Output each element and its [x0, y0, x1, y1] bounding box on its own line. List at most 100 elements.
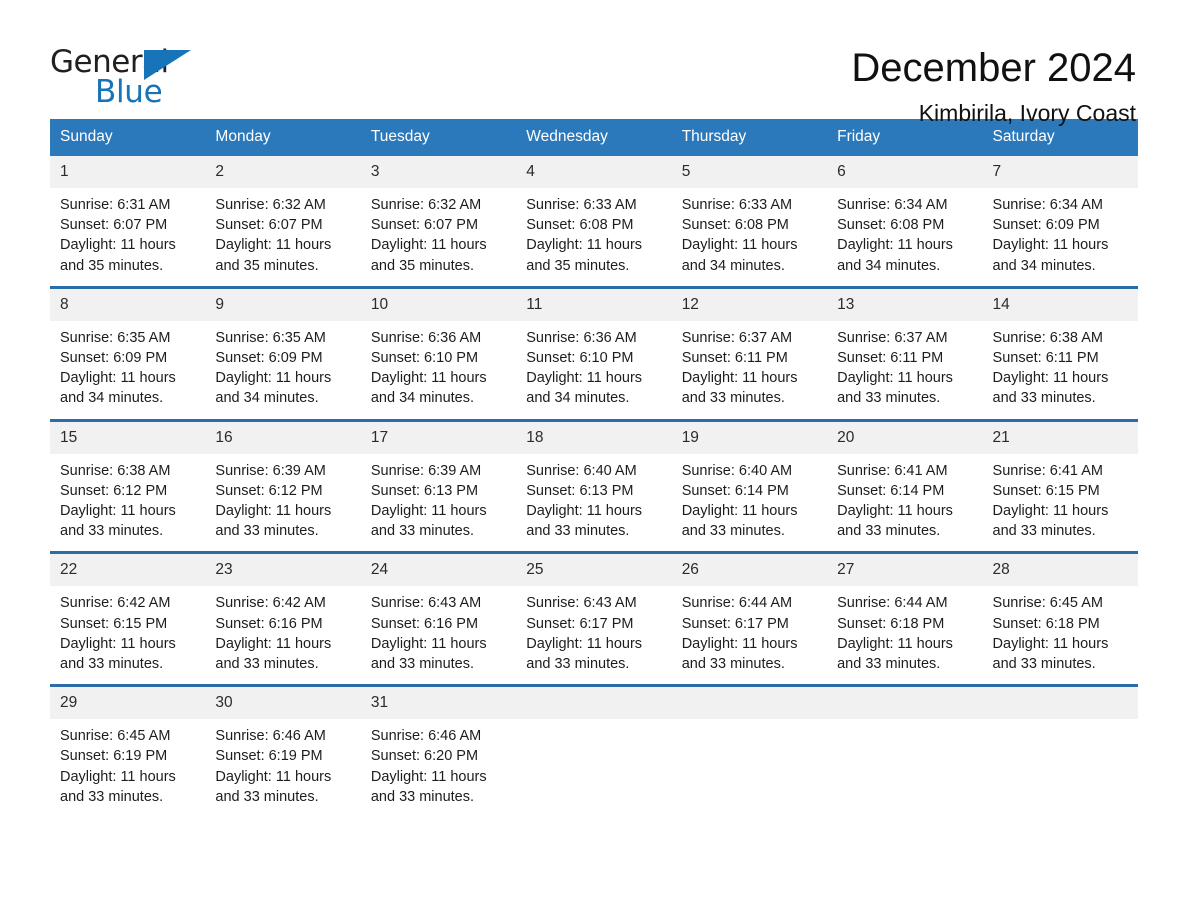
day-cell[interactable]: 15 Sunrise: 6:38 AM Sunset: 6:12 PM Dayl… [50, 418, 206, 553]
general-blue-logo: General Blue [50, 44, 210, 110]
day-number: 3 [360, 156, 517, 188]
sunrise-text: Sunrise: 6:37 AM [681, 329, 793, 346]
daylight-text: Daylight: 11 hours and 34 minutes. [992, 237, 1109, 274]
day-info: Sunrise: 6:40 AM Sunset: 6:13 PM Dayligh… [516, 454, 671, 552]
sunrise-text: Sunrise: 6:35 AM [60, 329, 171, 346]
day-info: Sunrise: 6:43 AM Sunset: 6:17 PM Dayligh… [516, 586, 671, 684]
day-cell[interactable]: 7 Sunrise: 6:34 AM Sunset: 6:09 PM Dayli… [982, 156, 1138, 288]
day-cell[interactable]: 21 Sunrise: 6:41 AM Sunset: 6:15 PM Dayl… [982, 418, 1138, 553]
day-cell[interactable]: 30 Sunrise: 6:46 AM Sunset: 6:19 PM Dayl… [205, 684, 361, 818]
day-number: 18 [516, 421, 672, 454]
day-cell[interactable]: 12 Sunrise: 6:37 AM Sunset: 6:11 PM Dayl… [671, 285, 828, 421]
logo-text-blue: Blue [95, 74, 163, 110]
day-cell[interactable]: 22 Sunrise: 6:42 AM Sunset: 6:15 PM Dayl… [50, 551, 206, 686]
sunrise-text: Sunrise: 6:36 AM [370, 329, 482, 346]
sunrise-text: Sunrise: 6:35 AM [215, 329, 326, 346]
day-cell[interactable]: 11 Sunrise: 6:36 AM Sunset: 6:10 PM Dayl… [516, 285, 672, 421]
day-cell[interactable]: 24 Sunrise: 6:43 AM Sunset: 6:16 PM Dayl… [360, 551, 517, 686]
sunrise-text: Sunrise: 6:45 AM [60, 728, 171, 745]
daylight-text: Daylight: 11 hours and 33 minutes. [992, 503, 1109, 540]
day-cell[interactable]: 4 Sunrise: 6:33 AM Sunset: 6:08 PM Dayli… [516, 156, 672, 288]
day-number: 28 [982, 554, 1138, 587]
day-info: Sunrise: 6:45 AM Sunset: 6:18 PM Dayligh… [983, 586, 1138, 684]
day-cell[interactable]: 3 Sunrise: 6:32 AM Sunset: 6:07 PM Dayli… [360, 156, 517, 288]
sunset-text: Sunset: 6:20 PM [370, 748, 479, 765]
calendar-page: General Blue December 2024 Kimbirila, Iv… [0, 0, 1188, 918]
sunset-text: Sunset: 6:18 PM [992, 615, 1100, 632]
day-info: Sunrise: 6:46 AM Sunset: 6:20 PM Dayligh… [361, 719, 516, 817]
day-cell[interactable]: 16 Sunrise: 6:39 AM Sunset: 6:12 PM Dayl… [205, 418, 361, 553]
sunset-text: Sunset: 6:17 PM [681, 615, 789, 632]
day-info: Sunrise: 6:37 AM Sunset: 6:11 PM Dayligh… [827, 321, 982, 419]
day-cell[interactable]: 17 Sunrise: 6:39 AM Sunset: 6:13 PM Dayl… [360, 418, 517, 553]
day-cell[interactable]: 31 Sunrise: 6:46 AM Sunset: 6:20 PM Dayl… [360, 684, 517, 818]
sunset-text: Sunset: 6:15 PM [60, 615, 168, 632]
week-row: 1 Sunrise: 6:31 AM Sunset: 6:07 PM Dayli… [50, 156, 1138, 288]
sunrise-text: Sunrise: 6:39 AM [215, 462, 326, 479]
sunset-text: Sunset: 6:09 PM [992, 217, 1100, 234]
day-number: 19 [671, 421, 828, 454]
day-cell[interactable]: 19 Sunrise: 6:40 AM Sunset: 6:14 PM Dayl… [671, 418, 828, 553]
week-row: 22 Sunrise: 6:42 AM Sunset: 6:15 PM Dayl… [50, 551, 1138, 686]
day-number: 5 [671, 156, 828, 188]
day-cell[interactable]: 8 Sunrise: 6:35 AM Sunset: 6:09 PM Dayli… [50, 285, 206, 421]
sunset-text: Sunset: 6:14 PM [681, 482, 789, 499]
day-cell[interactable]: 23 Sunrise: 6:42 AM Sunset: 6:16 PM Dayl… [205, 551, 361, 686]
day-info: Sunrise: 6:34 AM Sunset: 6:09 PM Dayligh… [983, 188, 1138, 286]
day-number: 11 [516, 288, 672, 321]
daylight-text: Daylight: 11 hours and 33 minutes. [526, 635, 643, 673]
daylight-text: Daylight: 11 hours and 33 minutes. [215, 768, 332, 805]
day-cell-empty [516, 684, 672, 818]
sunset-text: Sunset: 6:10 PM [370, 350, 479, 367]
sunrise-text: Sunrise: 6:38 AM [60, 462, 171, 479]
daylight-text: Daylight: 11 hours and 33 minutes. [681, 370, 798, 407]
day-number: 24 [360, 554, 517, 587]
day-info: Sunrise: 6:35 AM Sunset: 6:09 PM Dayligh… [50, 321, 205, 419]
day-cell[interactable]: 10 Sunrise: 6:36 AM Sunset: 6:10 PM Dayl… [360, 285, 517, 421]
daylight-text: Daylight: 11 hours and 35 minutes. [526, 237, 643, 274]
sunrise-text: Sunrise: 6:44 AM [837, 595, 948, 612]
day-number [827, 687, 983, 720]
daylight-text: Daylight: 11 hours and 33 minutes. [370, 635, 487, 673]
day-number: 4 [516, 156, 672, 188]
day-cell[interactable]: 27 Sunrise: 6:44 AM Sunset: 6:18 PM Dayl… [827, 551, 983, 686]
daylight-text: Daylight: 11 hours and 33 minutes. [370, 768, 487, 805]
day-cell[interactable]: 9 Sunrise: 6:35 AM Sunset: 6:09 PM Dayli… [205, 285, 361, 421]
day-cell[interactable]: 25 Sunrise: 6:43 AM Sunset: 6:17 PM Dayl… [516, 551, 672, 686]
day-cell[interactable]: 26 Sunrise: 6:44 AM Sunset: 6:17 PM Dayl… [671, 551, 828, 686]
day-cell[interactable]: 1 Sunrise: 6:31 AM Sunset: 6:07 PM Dayli… [50, 156, 206, 288]
day-info: Sunrise: 6:32 AM Sunset: 6:07 PM Dayligh… [205, 188, 360, 286]
day-cell-empty [827, 684, 983, 818]
sunrise-text: Sunrise: 6:33 AM [681, 197, 793, 213]
sunrise-text: Sunrise: 6:40 AM [681, 462, 793, 479]
day-number: 17 [360, 421, 517, 454]
day-cell[interactable]: 28 Sunrise: 6:45 AM Sunset: 6:18 PM Dayl… [982, 551, 1138, 686]
day-number [982, 687, 1138, 720]
sunrise-text: Sunrise: 6:31 AM [60, 197, 171, 213]
sunset-text: Sunset: 6:19 PM [60, 748, 168, 765]
day-cell[interactable]: 18 Sunrise: 6:40 AM Sunset: 6:13 PM Dayl… [516, 418, 672, 553]
daylight-text: Daylight: 11 hours and 33 minutes. [215, 503, 332, 540]
day-cell[interactable]: 6 Sunrise: 6:34 AM Sunset: 6:08 PM Dayli… [827, 156, 983, 288]
day-info: Sunrise: 6:41 AM Sunset: 6:15 PM Dayligh… [983, 454, 1138, 552]
sunrise-text: Sunrise: 6:42 AM [215, 595, 326, 612]
weekday-header-wednesday: Wednesday [516, 119, 672, 156]
day-cell[interactable]: 14 Sunrise: 6:38 AM Sunset: 6:11 PM Dayl… [982, 285, 1138, 421]
day-cell[interactable]: 13 Sunrise: 6:37 AM Sunset: 6:11 PM Dayl… [827, 285, 983, 421]
daylight-text: Daylight: 11 hours and 34 minutes. [60, 370, 176, 407]
day-number: 2 [205, 156, 361, 188]
day-cell[interactable]: 20 Sunrise: 6:41 AM Sunset: 6:14 PM Dayl… [827, 418, 983, 553]
day-info: Sunrise: 6:33 AM Sunset: 6:08 PM Dayligh… [516, 188, 671, 286]
sunset-text: Sunset: 6:12 PM [215, 482, 323, 499]
day-cell[interactable]: 29 Sunrise: 6:45 AM Sunset: 6:19 PM Dayl… [50, 684, 206, 818]
day-cell[interactable]: 2 Sunrise: 6:32 AM Sunset: 6:07 PM Dayli… [205, 156, 361, 288]
daylight-text: Daylight: 11 hours and 34 minutes. [681, 237, 798, 274]
week-row: 29 Sunrise: 6:45 AM Sunset: 6:19 PM Dayl… [50, 684, 1138, 818]
day-cell[interactable]: 5 Sunrise: 6:33 AM Sunset: 6:08 PM Dayli… [671, 156, 828, 288]
day-number: 10 [360, 288, 517, 321]
sunset-text: Sunset: 6:08 PM [837, 217, 945, 234]
daylight-text: Daylight: 11 hours and 34 minutes. [526, 370, 643, 407]
sunrise-text: Sunrise: 6:40 AM [526, 462, 637, 479]
daylight-text: Daylight: 11 hours and 33 minutes. [837, 503, 953, 540]
title-block: December 2024 Kimbirila, Ivory Coast [851, 44, 1138, 128]
